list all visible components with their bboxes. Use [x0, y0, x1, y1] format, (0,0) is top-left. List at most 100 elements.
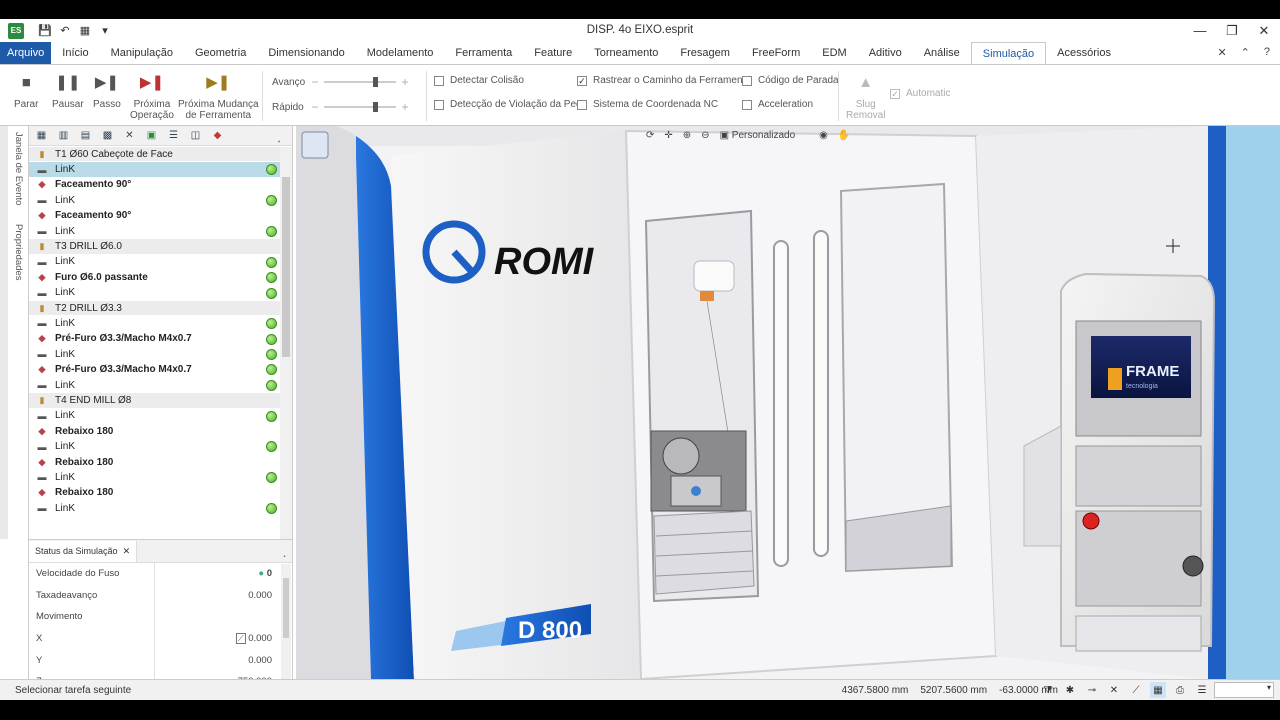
- tab-dimensionando[interactable]: Dimensionando: [257, 42, 355, 64]
- statusbar-dropdown[interactable]: ▾: [1214, 682, 1274, 698]
- table-icon[interactable]: ◫: [187, 128, 204, 143]
- simulation-viewport[interactable]: ROMI D 800 FRAME tecnologia ⟳ ✛ ⊕ ⊖ ▣ Pe…: [296, 126, 1280, 679]
- custom-view-button[interactable]: ▣ Personalizado: [720, 130, 796, 141]
- feed-slider[interactable]: [324, 77, 396, 87]
- tab-manipulacao[interactable]: Manipulação: [100, 42, 184, 64]
- acceleration-checkbox[interactable]: Acceleration: [742, 99, 813, 110]
- grid-icon[interactable]: ▦: [1150, 682, 1166, 698]
- operation-row[interactable]: ◆ Rebaixo 180: [29, 455, 281, 471]
- link-row[interactable]: ▬ LinK: [29, 316, 281, 332]
- link-row[interactable]: ▬ LinK: [29, 409, 281, 425]
- link-row[interactable]: ▬ LinK: [29, 224, 281, 240]
- tool-row[interactable]: ▮ T4 END MILL Ø8: [29, 393, 281, 409]
- tab-ferramenta[interactable]: Ferramenta: [444, 42, 523, 64]
- nc-coords-checkbox[interactable]: Sistema de Coordenada NC: [577, 99, 718, 110]
- visibility-icon[interactable]: ◉: [819, 130, 828, 141]
- tab-file[interactable]: Arquivo: [0, 42, 52, 64]
- operation-row[interactable]: ◆ Pré-Furo Ø3.3/Macho M4x0.7: [29, 362, 281, 378]
- rapid-plus-icon[interactable]: +: [400, 100, 410, 114]
- minimize-button[interactable]: —: [1184, 19, 1216, 42]
- slug-removal-button[interactable]: ▲ Slug Removal: [846, 71, 885, 122]
- zoom-out-icon[interactable]: ⊖: [701, 130, 709, 141]
- operation-row[interactable]: ◆ Faceamento 90°: [29, 178, 281, 194]
- tab-simulacao[interactable]: Simulação: [970, 41, 1047, 65]
- close-panel-icon[interactable]: ✕: [121, 128, 138, 143]
- detect-violation-checkbox[interactable]: Detecção de Violação da Peça: [434, 99, 587, 110]
- operation-row[interactable]: ◆ Furo Ø6.0 passante: [29, 270, 281, 286]
- list-icon[interactable]: ☰: [1194, 682, 1210, 698]
- operations-icon[interactable]: ▩: [99, 128, 116, 143]
- pin-icon[interactable]: ⸼: [271, 128, 288, 143]
- rotate-icon[interactable]: ⟳: [646, 130, 654, 141]
- rapid-slider[interactable]: [324, 102, 396, 112]
- operation-row[interactable]: ◆ Rebaixo 180: [29, 424, 281, 440]
- tab-properties[interactable]: Propriedades: [13, 224, 24, 281]
- customize-dropdown-icon[interactable]: ▾: [98, 24, 112, 38]
- layers-icon[interactable]: ▣: [143, 128, 160, 143]
- pause-button[interactable]: ❚❚ Pausar: [52, 71, 84, 111]
- hand-icon[interactable]: ✋: [838, 130, 850, 141]
- link-row[interactable]: ▬ LinK: [29, 286, 281, 301]
- snap-icon[interactable]: ✱: [1062, 682, 1078, 698]
- undo-icon[interactable]: ↶: [58, 24, 72, 38]
- pan-icon[interactable]: ✛: [664, 130, 672, 141]
- link-row[interactable]: ▬ LinK: [29, 501, 281, 517]
- tool-row[interactable]: ▮ T3 DRILL Ø6.0: [29, 239, 281, 255]
- tab-geometria[interactable]: Geometria: [184, 42, 257, 64]
- operation-row[interactable]: ◆ Pré-Furo Ø3.3/Macho M4x0.7: [29, 332, 281, 348]
- link-row[interactable]: ▬ LinK: [29, 162, 281, 178]
- cancel-icon[interactable]: ✕: [1106, 682, 1122, 698]
- collapse-ribbon-icon[interactable]: ⌃: [1241, 46, 1250, 59]
- close-button[interactable]: ✕: [1248, 19, 1280, 42]
- tools-icon[interactable]: ▤: [77, 128, 94, 143]
- tool-row[interactable]: ▮ T2 DRILL Ø3.3: [29, 300, 281, 317]
- tab-freeform[interactable]: FreeForm: [741, 42, 811, 64]
- track-path-checkbox[interactable]: ✓ Rastrear o Caminho da Ferramenta: [577, 75, 751, 86]
- save-icon[interactable]: 💾: [38, 24, 52, 38]
- print-icon[interactable]: ⎙: [1172, 682, 1188, 698]
- close-doc-icon[interactable]: ✕: [1217, 46, 1226, 59]
- operation-row[interactable]: ◆ Rebaixo 180: [29, 486, 281, 501]
- stop-code-checkbox[interactable]: Código de Parada: [742, 75, 839, 86]
- tab-acessorios[interactable]: Acessórios: [1046, 42, 1122, 64]
- maximize-button[interactable]: ❐: [1216, 19, 1248, 42]
- stop-button[interactable]: ■ Parar: [14, 71, 38, 111]
- link-row[interactable]: ▬ LinK: [29, 255, 281, 271]
- next-tool-change-button[interactable]: ▶❚ Próxima Mudança de Ferramenta: [178, 71, 259, 122]
- step-button[interactable]: ▶❚ Passo: [93, 71, 121, 111]
- list-icon[interactable]: ☰: [165, 128, 182, 143]
- feed-minus-icon[interactable]: −: [310, 75, 320, 89]
- operation-row[interactable]: ◆ Faceamento 90°: [29, 209, 281, 224]
- filter-icon[interactable]: ⧩: [1040, 682, 1056, 698]
- status-scrollbar[interactable]: [281, 564, 291, 698]
- link-row[interactable]: ▬ LinK: [29, 347, 281, 363]
- app-logo-icon[interactable]: ES: [8, 22, 24, 39]
- help-icon[interactable]: ?: [1264, 46, 1270, 59]
- link-row[interactable]: ▬ LinK: [29, 439, 281, 455]
- grid-icon[interactable]: ▦: [78, 24, 92, 38]
- tab-event-window[interactable]: Janela de Evento: [13, 132, 24, 205]
- link-row[interactable]: ▬ LinK: [29, 470, 281, 486]
- tab-modelamento[interactable]: Modelamento: [356, 42, 445, 64]
- feed-plus-icon[interactable]: +: [400, 75, 410, 89]
- tool-row[interactable]: ▮ T1 Ø60 Cabeçote de Face: [29, 147, 281, 163]
- rapid-minus-icon[interactable]: −: [310, 100, 320, 114]
- scrollbar-thumb[interactable]: [282, 177, 290, 357]
- tab-simulation-status[interactable]: Status da Simulação ✕: [29, 540, 138, 562]
- operations-scrollbar[interactable]: [280, 147, 292, 539]
- tab-torneamento[interactable]: Torneamento: [583, 42, 669, 64]
- feed-slider-thumb[interactable]: [372, 77, 378, 87]
- project-manager-icon[interactable]: ▦: [33, 128, 50, 143]
- automatic-checkbox[interactable]: ✓ Automatic: [890, 88, 950, 99]
- next-operation-button[interactable]: ▶❚ Próxima Operação: [130, 71, 174, 122]
- tab-fresagem[interactable]: Fresagem: [669, 42, 741, 64]
- tab-analise[interactable]: Análise: [913, 42, 971, 64]
- scrollbar-thumb[interactable]: [283, 578, 289, 638]
- palette-icon[interactable]: ◆: [209, 128, 226, 143]
- ruler-icon[interactable]: ⟋: [1128, 682, 1144, 698]
- zoom-in-icon[interactable]: ⊕: [683, 130, 691, 141]
- tab-aditivo[interactable]: Aditivo: [858, 42, 913, 64]
- close-tab-icon[interactable]: ✕: [123, 546, 131, 556]
- line-icon[interactable]: ⊸: [1084, 682, 1100, 698]
- features-icon[interactable]: ▥: [55, 128, 72, 143]
